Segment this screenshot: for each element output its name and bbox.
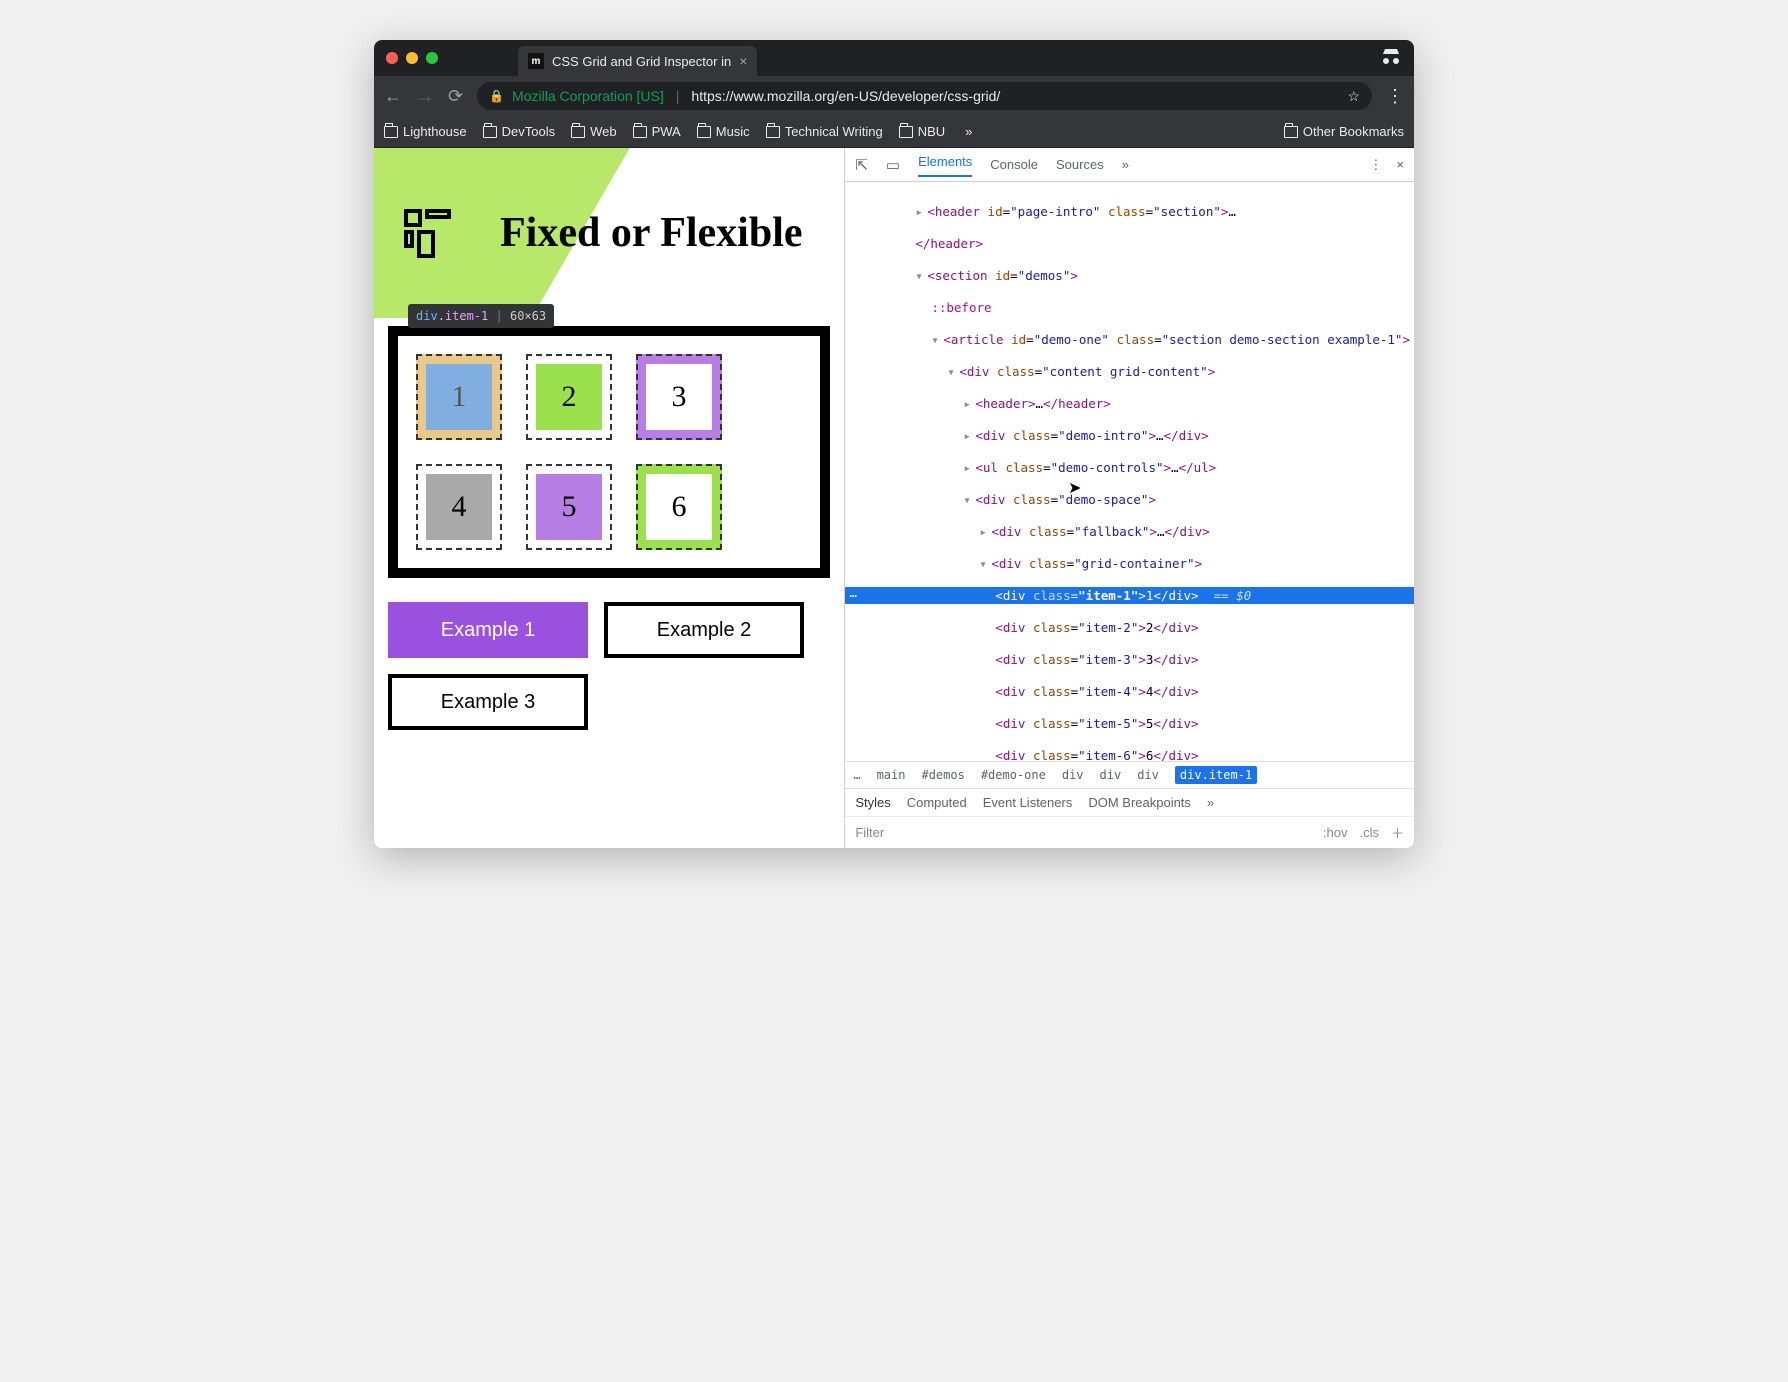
styles-tabs: Styles Computed Event Listeners DOM Brea… xyxy=(845,789,1414,817)
close-tab-icon[interactable]: × xyxy=(739,53,747,69)
folder-icon xyxy=(384,126,398,138)
grid-container: 1 2 3 4 5 6 xyxy=(416,354,802,550)
device-toggle-icon[interactable]: ▭ xyxy=(886,156,900,174)
other-bookmarks[interactable]: Other Bookmarks xyxy=(1284,124,1404,139)
tab-elements[interactable]: Elements xyxy=(918,154,972,177)
grid-item-5[interactable]: 5 xyxy=(526,464,612,550)
devtools-close-icon[interactable]: × xyxy=(1396,157,1404,172)
lock-icon: 🔒 xyxy=(489,89,504,103)
styles-tabs-overflow[interactable]: » xyxy=(1207,795,1214,810)
example-2-button[interactable]: Example 2 xyxy=(604,602,804,658)
bookmark-item[interactable]: Music xyxy=(697,124,750,139)
reload-button[interactable]: ⟳ xyxy=(448,86,463,107)
hov-toggle[interactable]: :hov xyxy=(1323,825,1348,840)
grid-item-1[interactable]: 1 xyxy=(416,354,502,440)
folder-icon xyxy=(697,126,711,138)
styles-filter-row: Filter :hov .cls ＋ xyxy=(845,817,1414,848)
grid-item-3[interactable]: 3 xyxy=(636,354,722,440)
close-window-button[interactable] xyxy=(386,52,398,64)
tab-dom-breakpoints[interactable]: DOM Breakpoints xyxy=(1088,795,1191,810)
tab-title: CSS Grid and Grid Inspector in xyxy=(552,54,731,69)
folder-icon xyxy=(1284,126,1298,138)
bookmark-item[interactable]: Web xyxy=(571,124,617,139)
cls-toggle[interactable]: .cls xyxy=(1359,825,1379,840)
bookmark-item[interactable]: Technical Writing xyxy=(766,124,883,139)
bookmark-item[interactable]: DevTools xyxy=(483,124,555,139)
browser-tab[interactable]: m CSS Grid and Grid Inspector in × xyxy=(518,46,757,76)
url-org: Mozilla Corporation [US] xyxy=(512,88,664,104)
maximize-window-button[interactable] xyxy=(426,52,438,64)
bookmarks-overflow[interactable]: » xyxy=(965,124,972,139)
tabs-overflow[interactable]: » xyxy=(1122,157,1129,172)
dom-tree[interactable]: ▸<header id="page-intro" class="section"… xyxy=(845,182,1414,761)
example-1-button[interactable]: Example 1 xyxy=(388,602,588,658)
add-rule-icon[interactable]: ＋ xyxy=(1391,823,1404,842)
tab-styles[interactable]: Styles xyxy=(855,795,890,810)
example-buttons: Example 1 Example 2 Example 3 xyxy=(388,602,830,730)
dom-selected-node[interactable]: <div class="item-1">1</div> == $0 xyxy=(845,587,1414,604)
grid-item-6[interactable]: 6 xyxy=(636,464,722,550)
page-header: Fixed or Flexible xyxy=(374,148,844,318)
inspect-icon[interactable]: ⇱ xyxy=(855,156,868,174)
inspector-tooltip: div.item-1 | 60×63 xyxy=(408,304,554,328)
folder-icon xyxy=(899,126,913,138)
devtools-menu-icon[interactable]: ⋮ xyxy=(1369,157,1382,173)
folder-icon xyxy=(483,126,497,138)
tab-computed[interactable]: Computed xyxy=(907,795,967,810)
folder-icon xyxy=(766,126,780,138)
bookmarks-bar: Lighthouse DevTools Web PWA Music Techni… xyxy=(374,116,1414,148)
titlebar: m CSS Grid and Grid Inspector in × xyxy=(374,40,1414,76)
example-3-button[interactable]: Example 3 xyxy=(388,674,588,730)
bookmark-star-icon[interactable]: ☆ xyxy=(1347,88,1360,105)
folder-icon xyxy=(633,126,647,138)
breadcrumb[interactable]: … main #demos #demo-one div div div div.… xyxy=(845,761,1414,789)
minimize-window-button[interactable] xyxy=(406,52,418,64)
bookmark-item[interactable]: Lighthouse xyxy=(384,124,467,139)
grid-logo-icon xyxy=(404,205,460,261)
page-title: Fixed or Flexible xyxy=(500,209,803,257)
back-button[interactable]: ← xyxy=(384,86,402,107)
favicon: m xyxy=(528,53,544,69)
filter-input[interactable]: Filter xyxy=(855,825,884,840)
browser-window: m CSS Grid and Grid Inspector in × ← → ⟳… xyxy=(374,40,1414,848)
window-controls xyxy=(386,52,438,64)
tab-event-listeners[interactable]: Event Listeners xyxy=(983,795,1073,810)
bookmark-item[interactable]: NBU xyxy=(899,124,945,139)
grid-demo-frame: div.item-1 | 60×63 1 2 3 4 5 6 xyxy=(388,326,830,578)
grid-item-2[interactable]: 2 xyxy=(526,354,612,440)
bookmark-item[interactable]: PWA xyxy=(633,124,681,139)
url-text: https://www.mozilla.org/en-US/developer/… xyxy=(691,88,1000,104)
folder-icon xyxy=(571,126,585,138)
devtools-panel: ⇱ ▭ Elements Console Sources » ⋮ × ▸<hea… xyxy=(844,148,1414,848)
incognito-icon xyxy=(1380,47,1402,70)
tab-sources[interactable]: Sources xyxy=(1056,157,1104,172)
page-content: Fixed or Flexible div.item-1 | 60×63 1 2… xyxy=(374,148,844,848)
grid-item-4[interactable]: 4 xyxy=(416,464,502,550)
url-field[interactable]: 🔒 Mozilla Corporation [US] | https://www… xyxy=(477,82,1372,110)
forward-button[interactable]: → xyxy=(416,86,434,107)
devtools-tabs: ⇱ ▭ Elements Console Sources » ⋮ × xyxy=(845,148,1414,182)
address-bar: ← → ⟳ 🔒 Mozilla Corporation [US] | https… xyxy=(374,76,1414,116)
tab-console[interactable]: Console xyxy=(990,157,1038,172)
browser-menu-icon[interactable]: ⋮ xyxy=(1386,86,1404,107)
